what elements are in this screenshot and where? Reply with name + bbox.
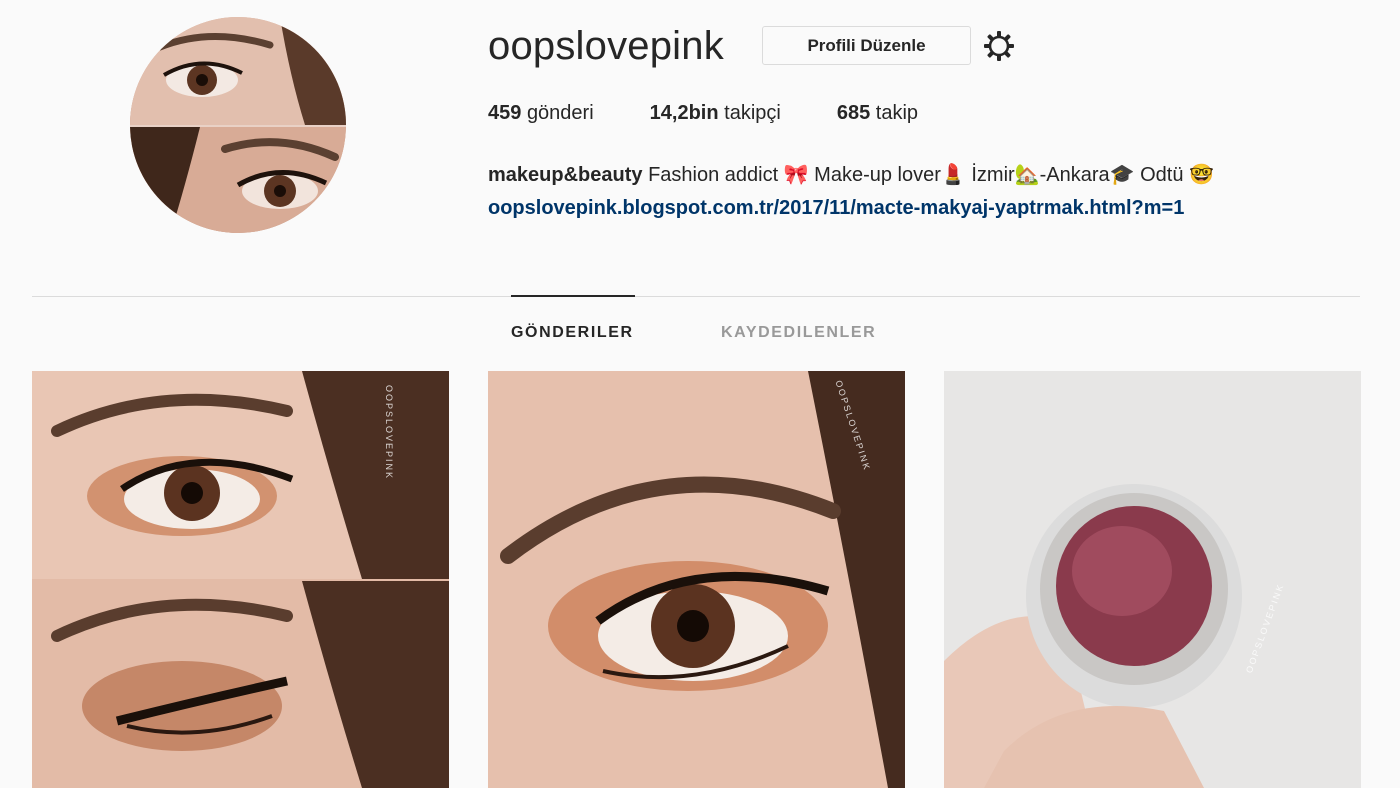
- edit-profile-button[interactable]: Profili Düzenle: [762, 26, 971, 65]
- post-thumbnail[interactable]: OOPSLOVEPINK: [488, 371, 905, 788]
- following-stat[interactable]: 685 takip: [837, 102, 918, 125]
- lipstick-emoji: 💄: [940, 162, 966, 186]
- profile-stats: 459 gönderi 14,2bin takipçi 685 takip: [488, 102, 974, 125]
- following-label: takip: [875, 102, 919, 124]
- profile-bio: makeup&beauty Fashion addict 🎀 Make-up l…: [488, 161, 1214, 188]
- tab-saved[interactable]: KAYDEDILENLER: [721, 324, 876, 342]
- bio-text-2: Make-up lover: [814, 164, 941, 186]
- bow-emoji: 🎀: [783, 162, 809, 186]
- tabs-divider: [32, 296, 1360, 297]
- profile-avatar[interactable]: [130, 17, 346, 233]
- post-watermark: OOPSLOVEPINK: [384, 385, 394, 481]
- post-image: [944, 371, 1361, 788]
- followers-stat[interactable]: 14,2bin takipçi: [650, 102, 781, 125]
- bio-text-3: İzmir: [971, 164, 1015, 186]
- following-count: 685: [836, 102, 871, 124]
- bio-text-5: Odtü: [1140, 164, 1184, 186]
- house-emoji: 🏡: [1014, 162, 1040, 186]
- bio-text-1: Fashion addict: [648, 164, 779, 186]
- gear-icon[interactable]: [982, 29, 1016, 63]
- avatar-photo-bottom: [130, 125, 346, 233]
- followers-count: 14,2bin: [649, 102, 719, 124]
- bio-website-link[interactable]: oopslovepink.blogspot.com.tr/2017/11/mac…: [488, 197, 1184, 220]
- posts-stat: 459 gönderi: [488, 102, 594, 125]
- bio-name: makeup&beauty: [488, 164, 643, 186]
- nerd-face-emoji: 🤓: [1189, 162, 1214, 186]
- post-image: [488, 371, 905, 788]
- posts-label: gönderi: [526, 102, 594, 124]
- profile-username: oopslovepink: [488, 24, 724, 68]
- graduation-cap-emoji: 🎓: [1109, 162, 1135, 186]
- posts-count: 459: [488, 102, 522, 124]
- tab-posts[interactable]: GÖNDERILER: [511, 324, 634, 342]
- avatar-photo-top: [130, 17, 346, 125]
- post-thumbnail[interactable]: OOPSLOVEPINK: [944, 371, 1361, 788]
- followers-label: takipçi: [724, 102, 781, 124]
- active-tab-indicator: [511, 295, 635, 297]
- bio-text-4: -Ankara: [1039, 164, 1110, 186]
- post-thumbnail[interactable]: OOPSLOVEPINK: [32, 371, 449, 788]
